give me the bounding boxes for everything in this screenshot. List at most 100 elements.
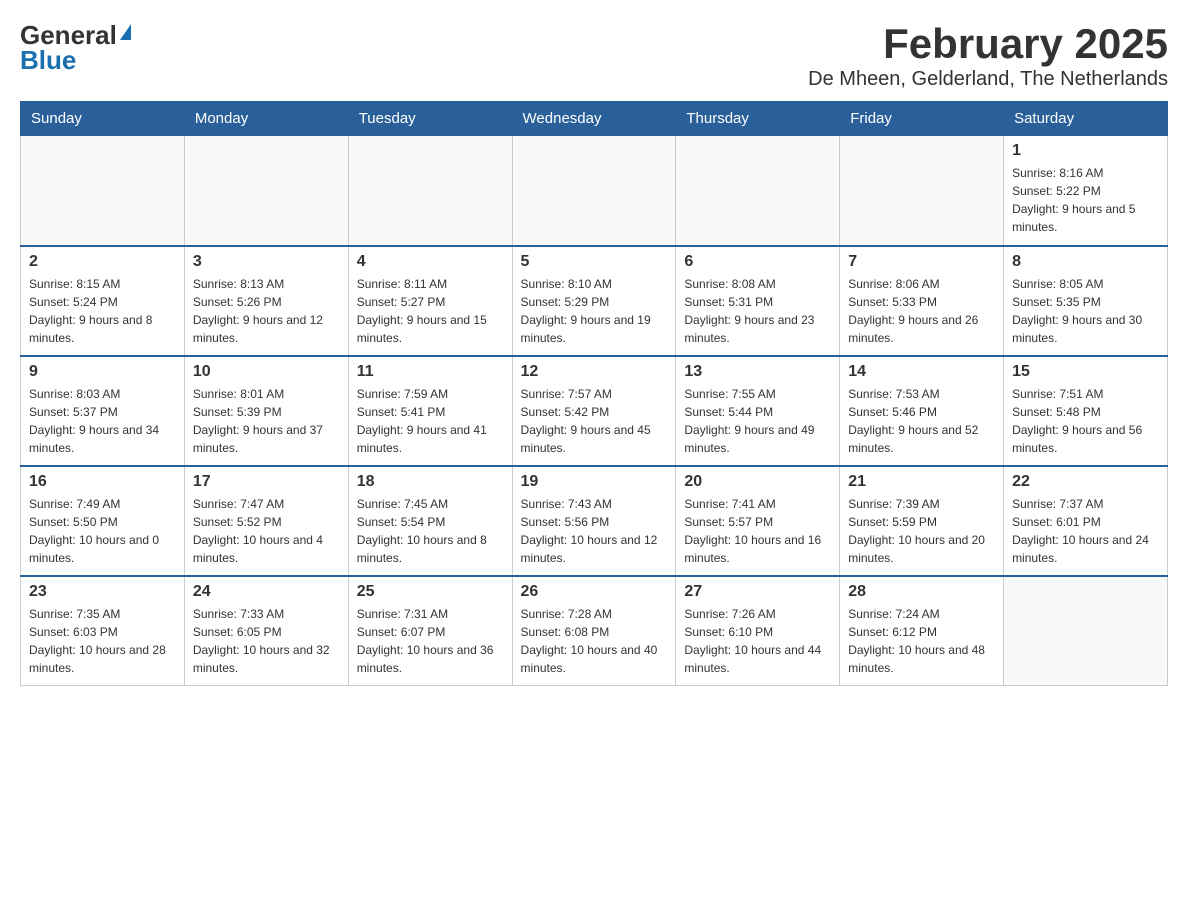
day-info: Sunrise: 8:05 AMSunset: 5:35 PMDaylight:… <box>1012 275 1159 347</box>
day-number: 22 <box>1012 473 1159 491</box>
day-info: Sunrise: 7:55 AMSunset: 5:44 PMDaylight:… <box>684 385 831 457</box>
day-number: 1 <box>1012 142 1159 160</box>
day-info: Sunrise: 8:11 AMSunset: 5:27 PMDaylight:… <box>357 275 504 347</box>
calendar-week-4: 16 Sunrise: 7:49 AMSunset: 5:50 PMDayligh… <box>21 466 1168 576</box>
calendar-cell: 12Sunrise: 7:57 AMSunset: 5:42 PMDayligh… <box>512 356 676 466</box>
calendar-cell: 25 Sunrise: 7:31 AMSunset: 6:07 PMDayligh… <box>348 576 512 686</box>
day-info: Sunrise: 7:43 AMSunset: 5:56 PMDaylight:… <box>521 495 668 567</box>
day-info: Sunrise: 8:15 AMSunset: 5:24 PMDaylight:… <box>29 275 176 347</box>
calendar-cell: 21 Sunrise: 7:39 AMSunset: 5:59 PMDayligh… <box>840 466 1004 576</box>
day-number: 21 <box>848 473 995 491</box>
logo: General Blue <box>20 20 131 76</box>
calendar-cell: 5 Sunrise: 8:10 AMSunset: 5:29 PMDaylight… <box>512 246 676 356</box>
day-info: Sunrise: 7:59 AMSunset: 5:41 PMDaylight:… <box>357 385 504 457</box>
calendar-cell: 13 Sunrise: 7:55 AMSunset: 5:44 PMDayligh… <box>676 356 840 466</box>
calendar-cell: 28Sunrise: 7:24 AMSunset: 6:12 PMDayligh… <box>840 576 1004 686</box>
day-number: 12 <box>521 363 668 381</box>
day-info: Sunrise: 8:10 AMSunset: 5:29 PMDaylight:… <box>521 275 668 347</box>
day-info: Sunrise: 8:03 AMSunset: 5:37 PMDaylight:… <box>29 385 176 457</box>
calendar-cell: 2 Sunrise: 8:15 AMSunset: 5:24 PMDaylight… <box>21 246 185 356</box>
day-number: 3 <box>193 253 340 271</box>
day-number: 26 <box>521 583 668 601</box>
day-number: 7 <box>848 253 995 271</box>
day-number: 4 <box>357 253 504 271</box>
day-number: 10 <box>193 363 340 381</box>
day-info: Sunrise: 7:51 AMSunset: 5:48 PMDaylight:… <box>1012 385 1159 457</box>
header-sunday: Sunday <box>21 102 185 136</box>
day-number: 14 <box>848 363 995 381</box>
day-info: Sunrise: 7:53 AMSunset: 5:46 PMDaylight:… <box>848 385 995 457</box>
day-info: Sunrise: 7:39 AMSunset: 5:59 PMDaylight:… <box>848 495 995 567</box>
day-number: 20 <box>684 473 831 491</box>
calendar-cell: 18Sunrise: 7:45 AMSunset: 5:54 PMDayligh… <box>348 466 512 576</box>
calendar-cell <box>184 136 348 246</box>
calendar-cell: 24 Sunrise: 7:33 AMSunset: 6:05 PMDayligh… <box>184 576 348 686</box>
day-number: 19 <box>521 473 668 491</box>
day-number: 9 <box>29 363 176 381</box>
day-number: 23 <box>29 583 176 601</box>
calendar-cell: 7 Sunrise: 8:06 AMSunset: 5:33 PMDaylight… <box>840 246 1004 356</box>
calendar-cell: 14 Sunrise: 7:53 AMSunset: 5:46 PMDayligh… <box>840 356 1004 466</box>
day-number: 8 <box>1012 253 1159 271</box>
day-info: Sunrise: 7:49 AMSunset: 5:50 PMDaylight:… <box>29 495 176 567</box>
day-info: Sunrise: 8:13 AMSunset: 5:26 PMDaylight:… <box>193 275 340 347</box>
day-info: Sunrise: 8:06 AMSunset: 5:33 PMDaylight:… <box>848 275 995 347</box>
calendar-cell: 8 Sunrise: 8:05 AMSunset: 5:35 PMDaylight… <box>1004 246 1168 356</box>
day-number: 15 <box>1012 363 1159 381</box>
day-info: Sunrise: 7:37 AMSunset: 6:01 PMDaylight:… <box>1012 495 1159 567</box>
day-number: 5 <box>521 253 668 271</box>
day-number: 16 <box>29 473 176 491</box>
calendar-cell <box>840 136 1004 246</box>
calendar-cell: 11Sunrise: 7:59 AMSunset: 5:41 PMDayligh… <box>348 356 512 466</box>
calendar-week-1: 1 Sunrise: 8:16 AMSunset: 5:22 PMDaylight… <box>21 136 1168 246</box>
calendar-cell: 17 Sunrise: 7:47 AMSunset: 5:52 PMDayligh… <box>184 466 348 576</box>
calendar-title-block: February 2025 De Mheen, Gelderland, The … <box>808 20 1168 91</box>
day-number: 17 <box>193 473 340 491</box>
calendar-cell <box>21 136 185 246</box>
header-monday: Monday <box>184 102 348 136</box>
day-info: Sunrise: 7:35 AMSunset: 6:03 PMDaylight:… <box>29 605 176 677</box>
day-number: 2 <box>29 253 176 271</box>
day-number: 6 <box>684 253 831 271</box>
day-info: Sunrise: 7:47 AMSunset: 5:52 PMDaylight:… <box>193 495 340 567</box>
calendar-cell: 4 Sunrise: 8:11 AMSunset: 5:27 PMDaylight… <box>348 246 512 356</box>
calendar-cell: 26 Sunrise: 7:28 AMSunset: 6:08 PMDayligh… <box>512 576 676 686</box>
header-friday: Friday <box>840 102 1004 136</box>
calendar-cell <box>512 136 676 246</box>
calendar-cell: 1 Sunrise: 8:16 AMSunset: 5:22 PMDaylight… <box>1004 136 1168 246</box>
day-info: Sunrise: 7:33 AMSunset: 6:05 PMDaylight:… <box>193 605 340 677</box>
day-number: 24 <box>193 583 340 601</box>
calendar-title: February 2025 <box>808 20 1168 68</box>
day-info: Sunrise: 7:26 AMSunset: 6:10 PMDaylight:… <box>684 605 831 677</box>
calendar-header-row: SundayMondayTuesdayWednesdayThursdayFrid… <box>21 102 1168 136</box>
calendar-cell: 3 Sunrise: 8:13 AMSunset: 5:26 PMDaylight… <box>184 246 348 356</box>
calendar-cell <box>676 136 840 246</box>
calendar-week-2: 2 Sunrise: 8:15 AMSunset: 5:24 PMDaylight… <box>21 246 1168 356</box>
header-tuesday: Tuesday <box>348 102 512 136</box>
calendar-cell: 20Sunrise: 7:41 AMSunset: 5:57 PMDayligh… <box>676 466 840 576</box>
day-number: 28 <box>848 583 995 601</box>
calendar-cell: 23 Sunrise: 7:35 AMSunset: 6:03 PMDayligh… <box>21 576 185 686</box>
day-number: 27 <box>684 583 831 601</box>
day-number: 13 <box>684 363 831 381</box>
page-header: General Blue February 2025 De Mheen, Gel… <box>20 20 1168 91</box>
logo-blue: Blue <box>20 45 131 76</box>
logo-triangle-icon <box>120 24 131 40</box>
calendar-cell <box>348 136 512 246</box>
calendar-cell: 16 Sunrise: 7:49 AMSunset: 5:50 PMDayligh… <box>21 466 185 576</box>
day-info: Sunrise: 8:01 AMSunset: 5:39 PMDaylight:… <box>193 385 340 457</box>
day-number: 25 <box>357 583 504 601</box>
calendar-cell: 19 Sunrise: 7:43 AMSunset: 5:56 PMDayligh… <box>512 466 676 576</box>
header-wednesday: Wednesday <box>512 102 676 136</box>
day-info: Sunrise: 7:28 AMSunset: 6:08 PMDaylight:… <box>521 605 668 677</box>
calendar-subtitle: De Mheen, Gelderland, The Netherlands <box>808 68 1168 91</box>
calendar-cell: 10 Sunrise: 8:01 AMSunset: 5:39 PMDayligh… <box>184 356 348 466</box>
calendar-cell: 6Sunrise: 8:08 AMSunset: 5:31 PMDaylight… <box>676 246 840 356</box>
calendar-cell: 22 Sunrise: 7:37 AMSunset: 6:01 PMDayligh… <box>1004 466 1168 576</box>
day-info: Sunrise: 7:45 AMSunset: 5:54 PMDaylight:… <box>357 495 504 567</box>
day-info: Sunrise: 8:16 AMSunset: 5:22 PMDaylight:… <box>1012 164 1159 236</box>
day-info: Sunrise: 7:31 AMSunset: 6:07 PMDaylight:… <box>357 605 504 677</box>
calendar-week-5: 23 Sunrise: 7:35 AMSunset: 6:03 PMDayligh… <box>21 576 1168 686</box>
calendar-table: SundayMondayTuesdayWednesdayThursdayFrid… <box>20 101 1168 686</box>
header-thursday: Thursday <box>676 102 840 136</box>
